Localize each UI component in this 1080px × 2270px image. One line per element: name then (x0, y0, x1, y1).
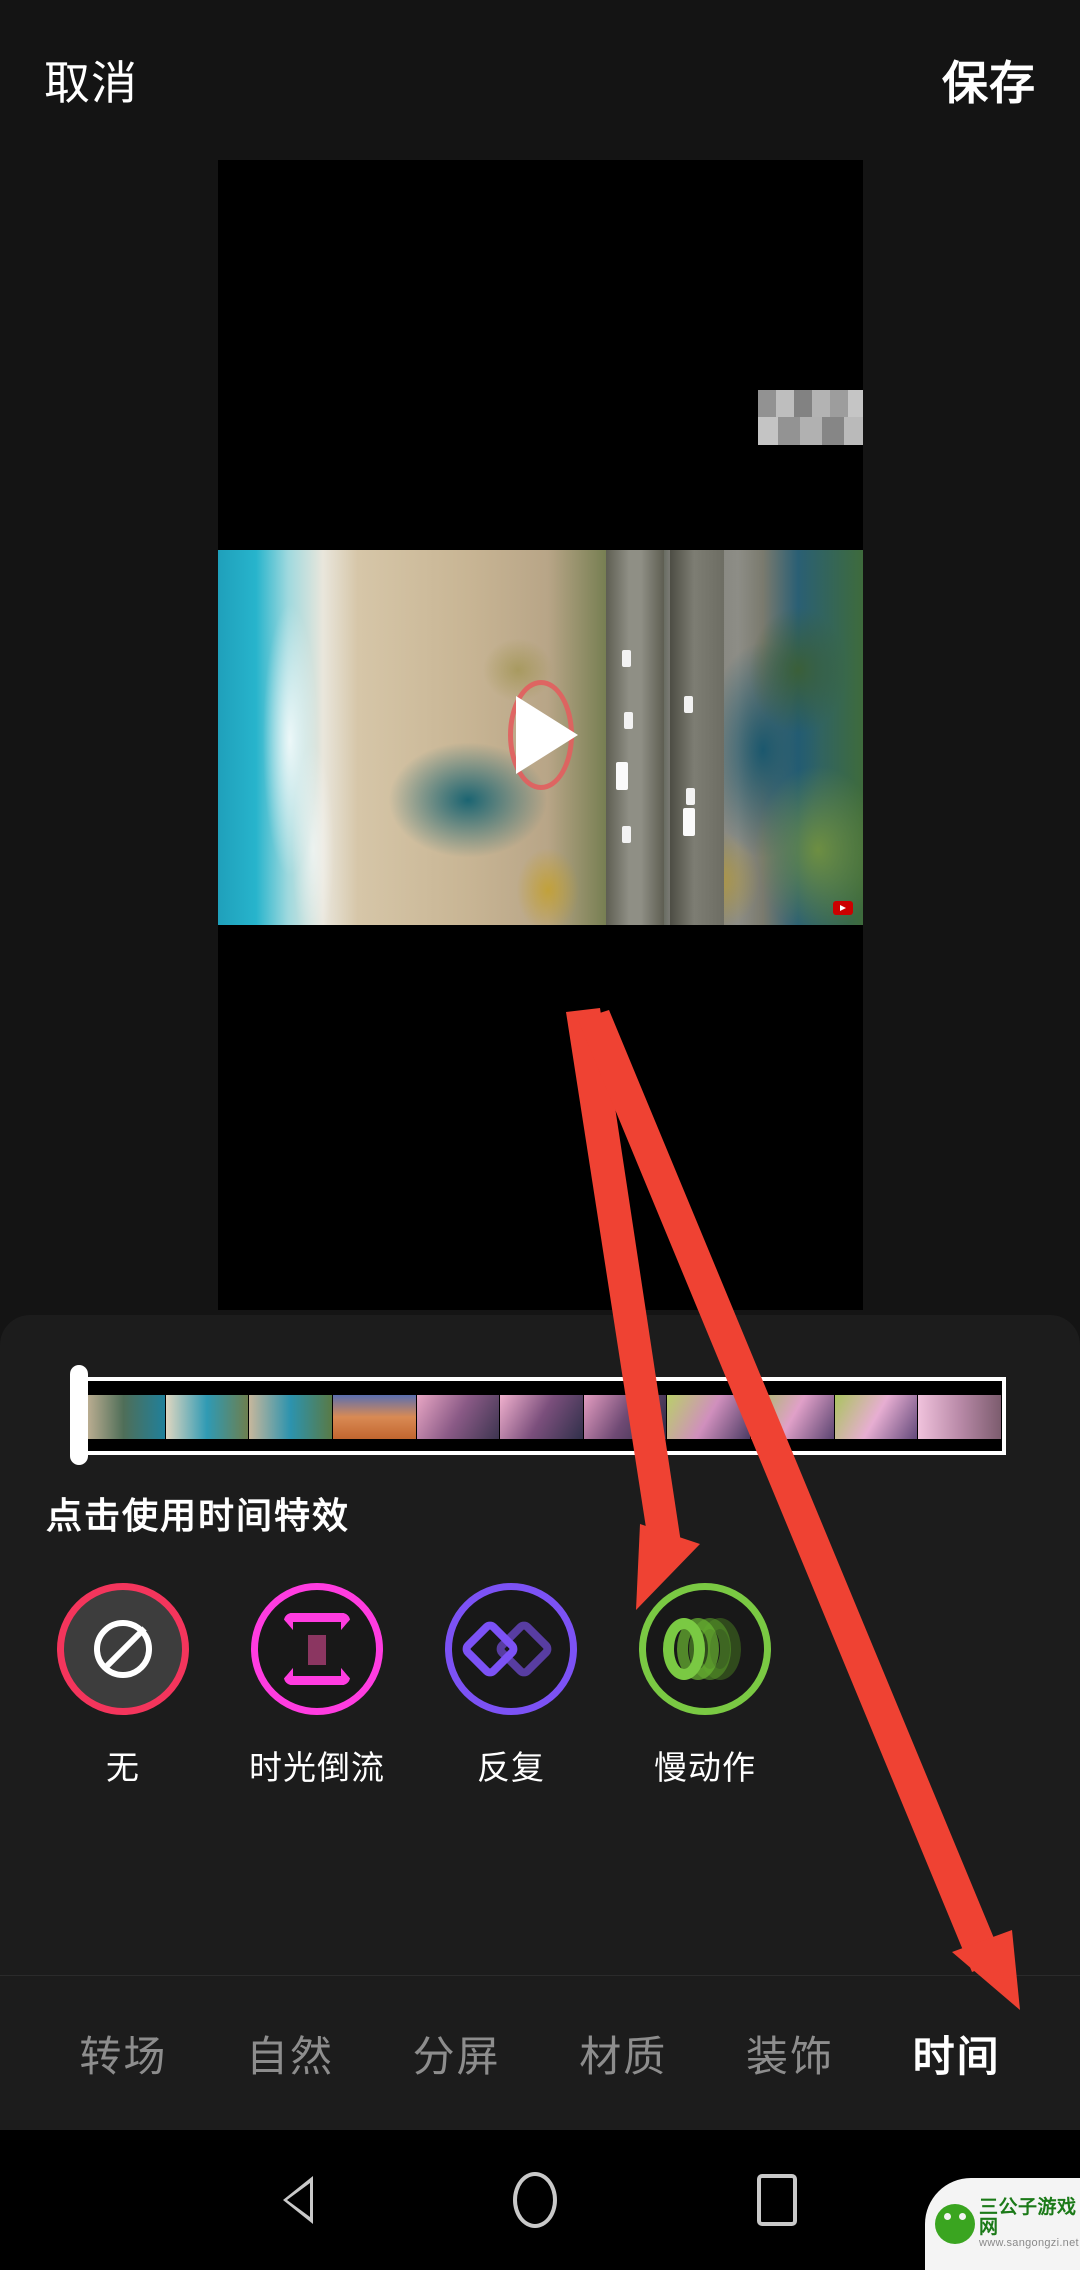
effect-item-repeat[interactable]: 反复 (414, 1583, 608, 1789)
category-tab-bar: 转场 自然 分屏 材质 装饰 时间 (0, 1975, 1080, 2130)
repeat-diamond-icon (458, 1617, 556, 1681)
hourglass-icon (284, 1613, 350, 1685)
effect-circle (57, 1583, 189, 1715)
filmstrip-thumb (667, 1381, 752, 1451)
save-button[interactable]: 保存 (942, 47, 1036, 113)
android-nav-bar (0, 2130, 1080, 2270)
video-canvas[interactable] (218, 160, 863, 1310)
youtube-badge-icon (833, 901, 853, 915)
back-triangle-icon[interactable] (283, 2176, 313, 2224)
play-button[interactable] (486, 680, 596, 790)
watermark-url: www.sangongzi.net (979, 2237, 1079, 2250)
car (624, 712, 633, 729)
filmstrip-thumb (751, 1381, 835, 1451)
tab-transition[interactable]: 转场 (79, 2023, 167, 2084)
highway-lane-right (670, 550, 724, 925)
editor-screen: 取消 保存 点击使用时间特效 无 时光倒流 反复 慢动作 转场 自然 分屏 材质… (0, 0, 1080, 2270)
effect-label: 反复 (477, 1749, 545, 1786)
bus (683, 808, 695, 836)
cancel-button[interactable]: 取消 (44, 47, 138, 113)
effect-label: 无 (106, 1749, 140, 1786)
filmstrip-thumb (500, 1381, 584, 1451)
car (622, 650, 631, 667)
site-watermark: 三公子游戏网 www.sangongzi.net (925, 2178, 1080, 2270)
tab-natural[interactable]: 自然 (246, 2023, 334, 2084)
filmstrip-thumb (249, 1381, 333, 1451)
filmstrip[interactable] (78, 1377, 1006, 1455)
filmstrip-thumb (332, 1381, 417, 1451)
sheet-hint-title: 点击使用时间特效 (46, 1495, 351, 1536)
car (684, 696, 693, 713)
play-triangle-icon (515, 696, 578, 774)
effect-item-reverse[interactable]: 时光倒流 (220, 1583, 414, 1789)
timeline[interactable] (70, 1365, 1006, 1465)
recents-square-icon[interactable] (757, 2174, 797, 2226)
car (686, 788, 695, 805)
slow-motion-icon (663, 1618, 747, 1680)
effect-item-none[interactable]: 无 (26, 1583, 220, 1789)
effect-label: 时光倒流 (249, 1749, 385, 1786)
tab-splitscreen[interactable]: 分屏 (413, 2023, 501, 2084)
highway-lane-left (606, 550, 664, 925)
car (622, 826, 631, 843)
preview-stage (0, 160, 1080, 1315)
top-bar: 取消 保存 (0, 0, 1080, 160)
playhead-handle[interactable] (70, 1365, 88, 1465)
tab-decoration[interactable]: 装饰 (746, 2023, 834, 2084)
watermark-title: 三公子游戏网 (979, 2197, 1077, 2239)
effect-item-slowmotion[interactable]: 慢动作 (608, 1583, 802, 1789)
no-effect-icon (94, 1620, 152, 1678)
filmstrip-thumb (918, 1381, 1002, 1451)
effect-circle (445, 1583, 577, 1715)
effect-circle (639, 1583, 771, 1715)
effect-label: 慢动作 (654, 1749, 756, 1786)
tab-time[interactable]: 时间 (913, 2023, 1001, 2084)
time-effects-sheet: 点击使用时间特效 无 时光倒流 反复 慢动作 (0, 1315, 1080, 1975)
bus (616, 762, 628, 790)
mascot-logo-icon (935, 2204, 975, 2244)
filmstrip-thumb (834, 1381, 919, 1451)
filmstrip-thumb (416, 1381, 501, 1451)
effect-circle (251, 1583, 383, 1715)
tab-texture[interactable]: 材质 (579, 2023, 667, 2084)
filmstrip-thumb (82, 1381, 166, 1451)
filmstrip-thumb (583, 1381, 668, 1451)
effects-row: 无 时光倒流 反复 慢动作 (0, 1583, 1080, 1789)
filmstrip-thumb (165, 1381, 250, 1451)
home-circle-icon[interactable] (513, 2172, 557, 2228)
mosaic-censor-block (758, 390, 863, 445)
